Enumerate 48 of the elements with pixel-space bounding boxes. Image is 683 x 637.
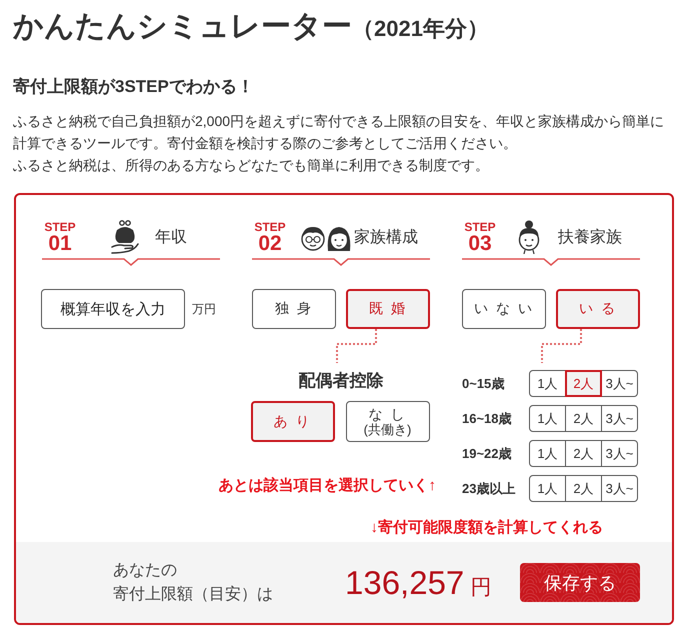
step-title: 年収 [155, 228, 187, 248]
annotation-text: あとは該当項目を選択していく↑ [218, 476, 436, 496]
child-count-button[interactable]: 2人 [565, 370, 602, 397]
dependents-button[interactable]: い な い [462, 289, 546, 329]
step-title: 扶養家族 [558, 228, 622, 248]
child-count-button[interactable]: 1人 [529, 405, 566, 432]
result-label: あなたの 寄付上限額（目安）は [113, 560, 274, 604]
step-number: 02 [258, 232, 282, 254]
marital-status-button[interactable]: 独 身 [252, 289, 336, 329]
dependents-button[interactable]: い る [556, 289, 640, 329]
age-group-label: 16~18歳 [462, 410, 513, 428]
donation-limit-amount: 136,257 [345, 562, 464, 602]
child-count-button[interactable]: 1人 [529, 475, 566, 502]
purse-on-hand-icon [111, 220, 139, 254]
step-label: STEP [254, 220, 286, 232]
step-number: 03 [468, 232, 492, 254]
save-button[interactable]: 保存する [520, 563, 640, 602]
child-count-button[interactable]: 2人 [565, 475, 602, 502]
title-year: （2021年分） [352, 15, 489, 43]
spouse-deduction-title: 配偶者控除 [298, 370, 384, 392]
child-count-button[interactable]: 3人~ [601, 370, 638, 397]
income-entry-button[interactable]: 概算年収を入力 [41, 289, 185, 329]
page-title: かんたんシミュレーター [13, 9, 352, 45]
dotted-connector [541, 329, 583, 363]
child-count-button[interactable]: 1人 [529, 370, 566, 397]
intro-paragraph: ふるさと納税で自己負担額が2,000円を超えずに寄付できる上限額の目安を、年収と家族構成から簡単に 計算できるツールです。寄付金額を検討する際のご参考としてご活用ください。 ふるさと納税は、所得のある方ならどなたでも簡単に利用できる制度です。 [13, 112, 666, 175]
child-count-button[interactable]: 3人~ [601, 475, 638, 502]
age-group-label: 0~15歳 [462, 374, 506, 392]
child-count-button[interactable]: 2人 [565, 440, 602, 467]
child-count-button[interactable]: 3人~ [601, 405, 638, 432]
dotted-connector [336, 329, 378, 363]
age-group-label: 23歳以上 [462, 480, 516, 498]
lead-heading: 寄付上限額が3STEPでわかる！ [13, 76, 255, 98]
child-count-button[interactable]: 3人~ [601, 440, 638, 467]
spouse-deduction-button[interactable]: な し (共働き) [346, 401, 430, 442]
unit-label: 万円 [192, 300, 216, 318]
annotation-text: ↓寄付可能限度額を計算してくれる [370, 518, 603, 538]
child-count-button[interactable]: 2人 [565, 405, 602, 432]
child-face-icon [516, 220, 542, 254]
step-title: 家族構成 [354, 228, 418, 248]
marital-status-button[interactable]: 既 婚 [346, 289, 430, 329]
spouse-deduction-button[interactable]: あ り [250, 401, 334, 442]
step-label: STEP [464, 220, 496, 232]
child-count-button[interactable]: 1人 [529, 440, 566, 467]
age-group-label: 19~22歳 [462, 444, 513, 462]
step-number: 01 [48, 232, 72, 254]
step-label: STEP [44, 220, 76, 232]
currency-unit: 円 [470, 574, 492, 600]
